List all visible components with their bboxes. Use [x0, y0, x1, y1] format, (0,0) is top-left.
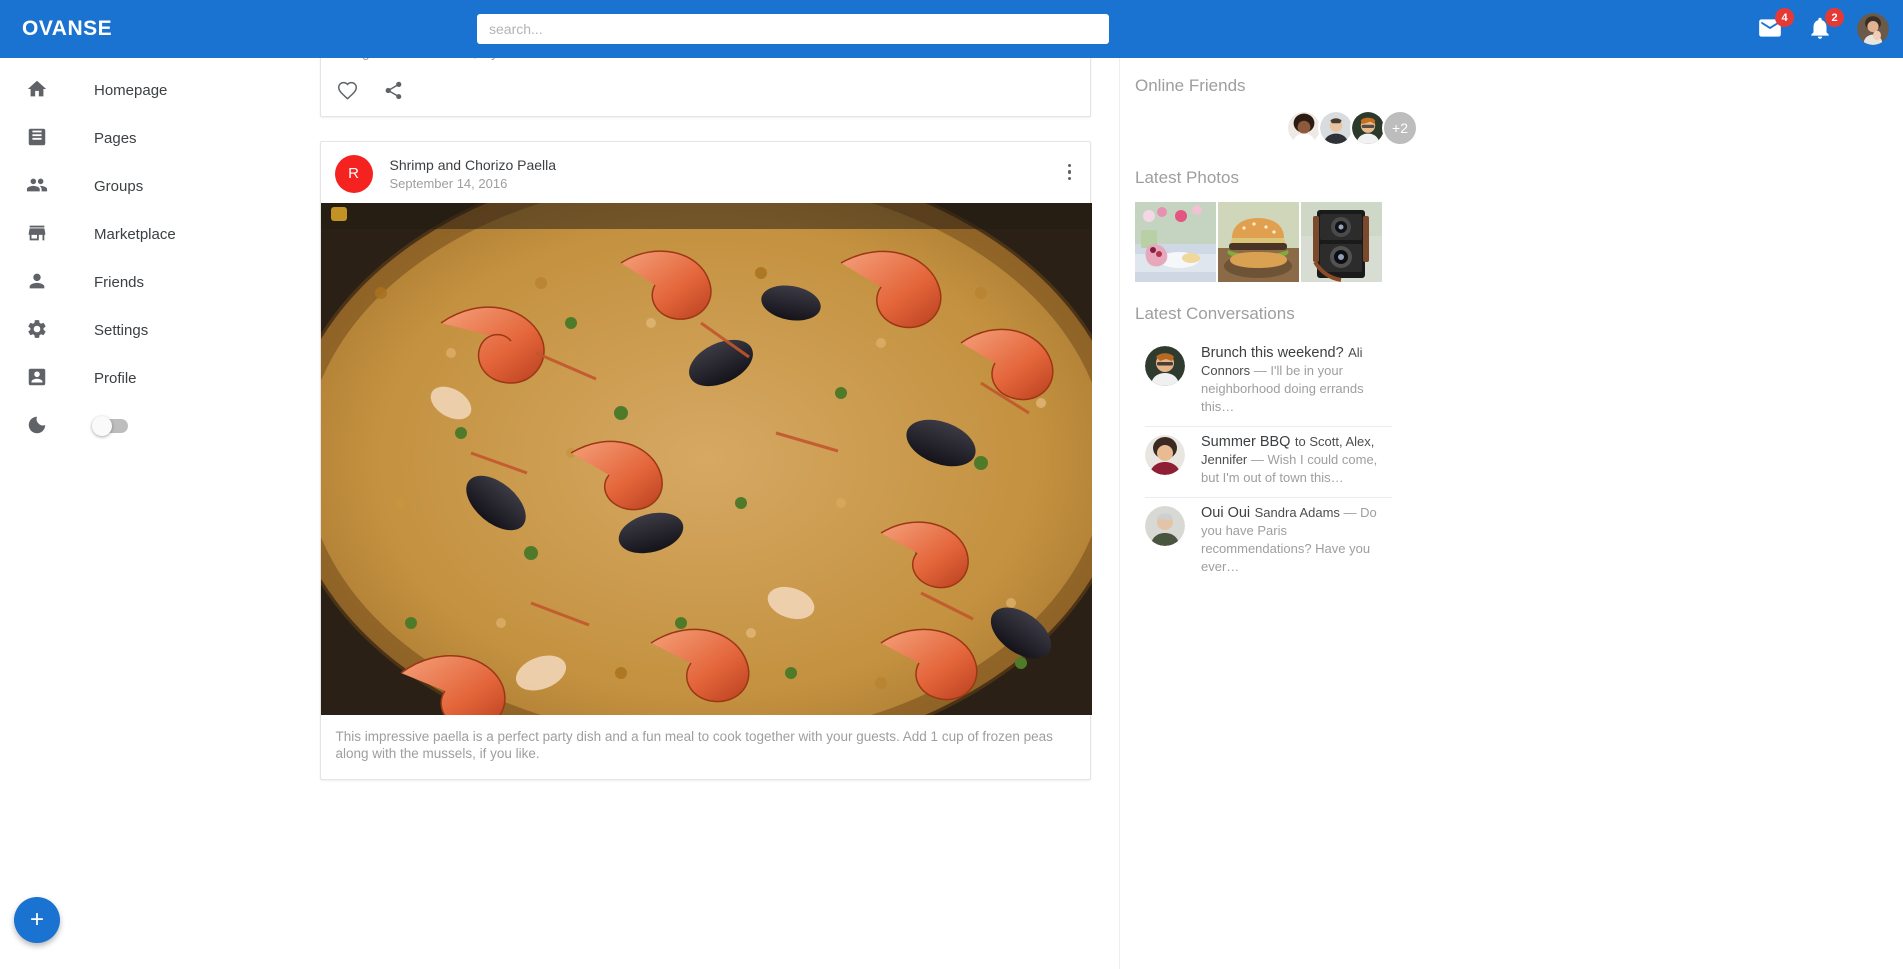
top-header: OVANSE 4 2	[0, 0, 1903, 58]
conversation-subject: Summer BBQ	[1201, 434, 1291, 451]
conversation-subject: Oui Oui	[1201, 505, 1251, 522]
conversation-sender: Sandra Adams	[1254, 505, 1340, 521]
conversation-avatar	[1145, 346, 1185, 386]
menu-dot	[1067, 163, 1072, 168]
sidebar-label-groups: Groups	[94, 177, 144, 195]
user-avatar[interactable]	[1857, 13, 1889, 45]
article-icon	[26, 126, 50, 150]
left-sidebar: Homepage Pages Groups Marketplace Friend	[0, 58, 291, 969]
sidebar-item-pages[interactable]: Pages	[0, 114, 291, 162]
friend-avatar-2[interactable]	[1318, 110, 1354, 146]
header-actions: 4 2	[1757, 0, 1889, 58]
sidebar-label-friends: Friends	[94, 273, 145, 291]
conversation-avatar	[1145, 435, 1185, 476]
sidebar-item-settings[interactable]: Settings	[0, 306, 291, 354]
conversation-avatar-2-image	[1145, 435, 1185, 476]
online-friends-list: +2	[1135, 110, 1420, 146]
paella-photo	[320, 202, 1092, 715]
store-icon	[26, 222, 50, 246]
sidebar-item-groups[interactable]: Groups	[0, 162, 291, 210]
create-post-fab[interactable]: +	[14, 897, 60, 943]
sidebar-label-profile: Profile	[94, 369, 137, 387]
rail-inner: Online Friends +2 Latest Photos Latest C…	[1120, 58, 1420, 586]
post-meta: Shrimp and Chorizo Paella September 14, …	[390, 156, 557, 191]
post-image[interactable]	[320, 202, 1092, 715]
latest-photos-title: Latest Photos	[1135, 168, 1239, 187]
sidebar-item-homepage[interactable]: Homepage	[0, 66, 291, 114]
conversation-text: Brunch this weekend? Ali Connors — I'll …	[1201, 344, 1391, 416]
plus-icon: +	[29, 906, 44, 933]
burger-photo[interactable]	[1218, 202, 1299, 282]
conversation-avatar-1-image	[1145, 346, 1185, 386]
search-container	[477, 14, 1109, 44]
conversation-avatar	[1145, 506, 1185, 547]
breakfast-flowers-photo[interactable]	[1135, 202, 1216, 282]
latest-photos-block: Latest Photos	[1135, 168, 1420, 282]
conversation-item[interactable]: Oui Oui Sandra Adams — Do you have Paris…	[1145, 498, 1392, 586]
friend-avatar-2-image	[1320, 112, 1352, 144]
moon-icon	[26, 414, 50, 438]
conversation-item[interactable]: Brunch this weekend? Ali Connors — I'll …	[1145, 338, 1392, 428]
friend-avatar-3[interactable]	[1350, 110, 1386, 146]
post-actions-partial	[321, 64, 1090, 116]
share-icon[interactable]	[383, 80, 405, 102]
vintage-camera-photo-image	[1301, 202, 1382, 282]
vintage-camera-photo[interactable]	[1301, 202, 1382, 282]
post-caption: This impressive paella is a perfect part…	[335, 728, 1053, 762]
post-card-partial: This impressive paella is a perfect part…	[319, 58, 1091, 117]
sidebar-item-marketplace[interactable]: Marketplace	[0, 210, 291, 258]
conversation-avatar-3-image	[1145, 506, 1185, 547]
online-friends-block: Online Friends +2	[1135, 76, 1420, 146]
notifications-badge: 2	[1825, 8, 1844, 27]
sidebar-label-pages: Pages	[94, 129, 137, 147]
notifications-button[interactable]: 2	[1807, 8, 1844, 43]
post-date: September 14, 2016	[389, 176, 508, 192]
post-header: R Shrimp and Chorizo Paella September 14…	[321, 142, 1090, 203]
breakfast-flowers-photo-image	[1135, 202, 1216, 282]
feed-gap	[292, 117, 1118, 141]
gear-icon	[26, 318, 50, 342]
latest-conversations-block: Latest Conversations Brunch this weekend…	[1135, 304, 1420, 586]
more-vert-icon[interactable]	[1067, 163, 1072, 181]
burger-photo-image	[1218, 202, 1299, 282]
home-icon	[26, 78, 50, 102]
conversation-item[interactable]: Summer BBQ to Scott, Alex, Jennifer — Wi…	[1145, 427, 1392, 499]
post-card: R Shrimp and Chorizo Paella September 14…	[319, 140, 1092, 781]
post-title: Shrimp and Chorizo Paella	[389, 157, 557, 174]
app-root: OVANSE 4 2	[0, 0, 1903, 969]
sidebar-label-marketplace: Marketplace	[94, 225, 176, 243]
sidebar-top-spacer	[0, 58, 291, 66]
person-icon	[26, 270, 50, 294]
latest-photos-list	[1135, 202, 1420, 282]
sidebar-label-settings: Settings	[94, 321, 149, 339]
user-avatar-image	[1857, 13, 1889, 45]
search-input[interactable]	[477, 14, 1109, 44]
mail-badge: 4	[1775, 8, 1794, 27]
latest-conversations-title: Latest Conversations	[1135, 304, 1295, 323]
conversation-text: Summer BBQ to Scott, Alex, Jennifer — Wi…	[1201, 433, 1391, 487]
post-avatar[interactable]: R	[334, 154, 373, 193]
friend-avatar-1[interactable]	[1286, 110, 1322, 146]
online-friends-overflow[interactable]: +2	[1382, 110, 1418, 146]
sidebar-item-profile[interactable]: Profile	[0, 354, 291, 402]
people-icon	[26, 174, 50, 198]
sidebar-label-homepage: Homepage	[94, 81, 168, 99]
menu-dot	[1067, 170, 1072, 174]
dark-mode-row	[0, 402, 291, 450]
friend-avatar-1-image	[1288, 112, 1320, 144]
online-friends-title: Online Friends	[1135, 76, 1246, 95]
brand-logo[interactable]: OVANSE	[22, 17, 262, 41]
feed-column: This impressive paella is a perfect part…	[291, 58, 1119, 969]
mail-button[interactable]: 4	[1757, 8, 1794, 43]
account-box-icon	[26, 366, 50, 390]
dark-mode-toggle-knob	[92, 416, 112, 436]
friend-avatar-3-image	[1352, 112, 1384, 144]
dark-mode-toggle[interactable]	[92, 416, 128, 436]
sidebar-item-friends[interactable]: Friends	[0, 258, 291, 306]
conversation-text: Oui Oui Sandra Adams — Do you have Paris…	[1201, 504, 1391, 576]
conversation-subject: Brunch this weekend?	[1201, 345, 1344, 361]
menu-dot	[1067, 176, 1072, 181]
right-rail: Online Friends +2 Latest Photos Latest C…	[1119, 58, 1903, 969]
heart-icon[interactable]	[337, 80, 359, 102]
